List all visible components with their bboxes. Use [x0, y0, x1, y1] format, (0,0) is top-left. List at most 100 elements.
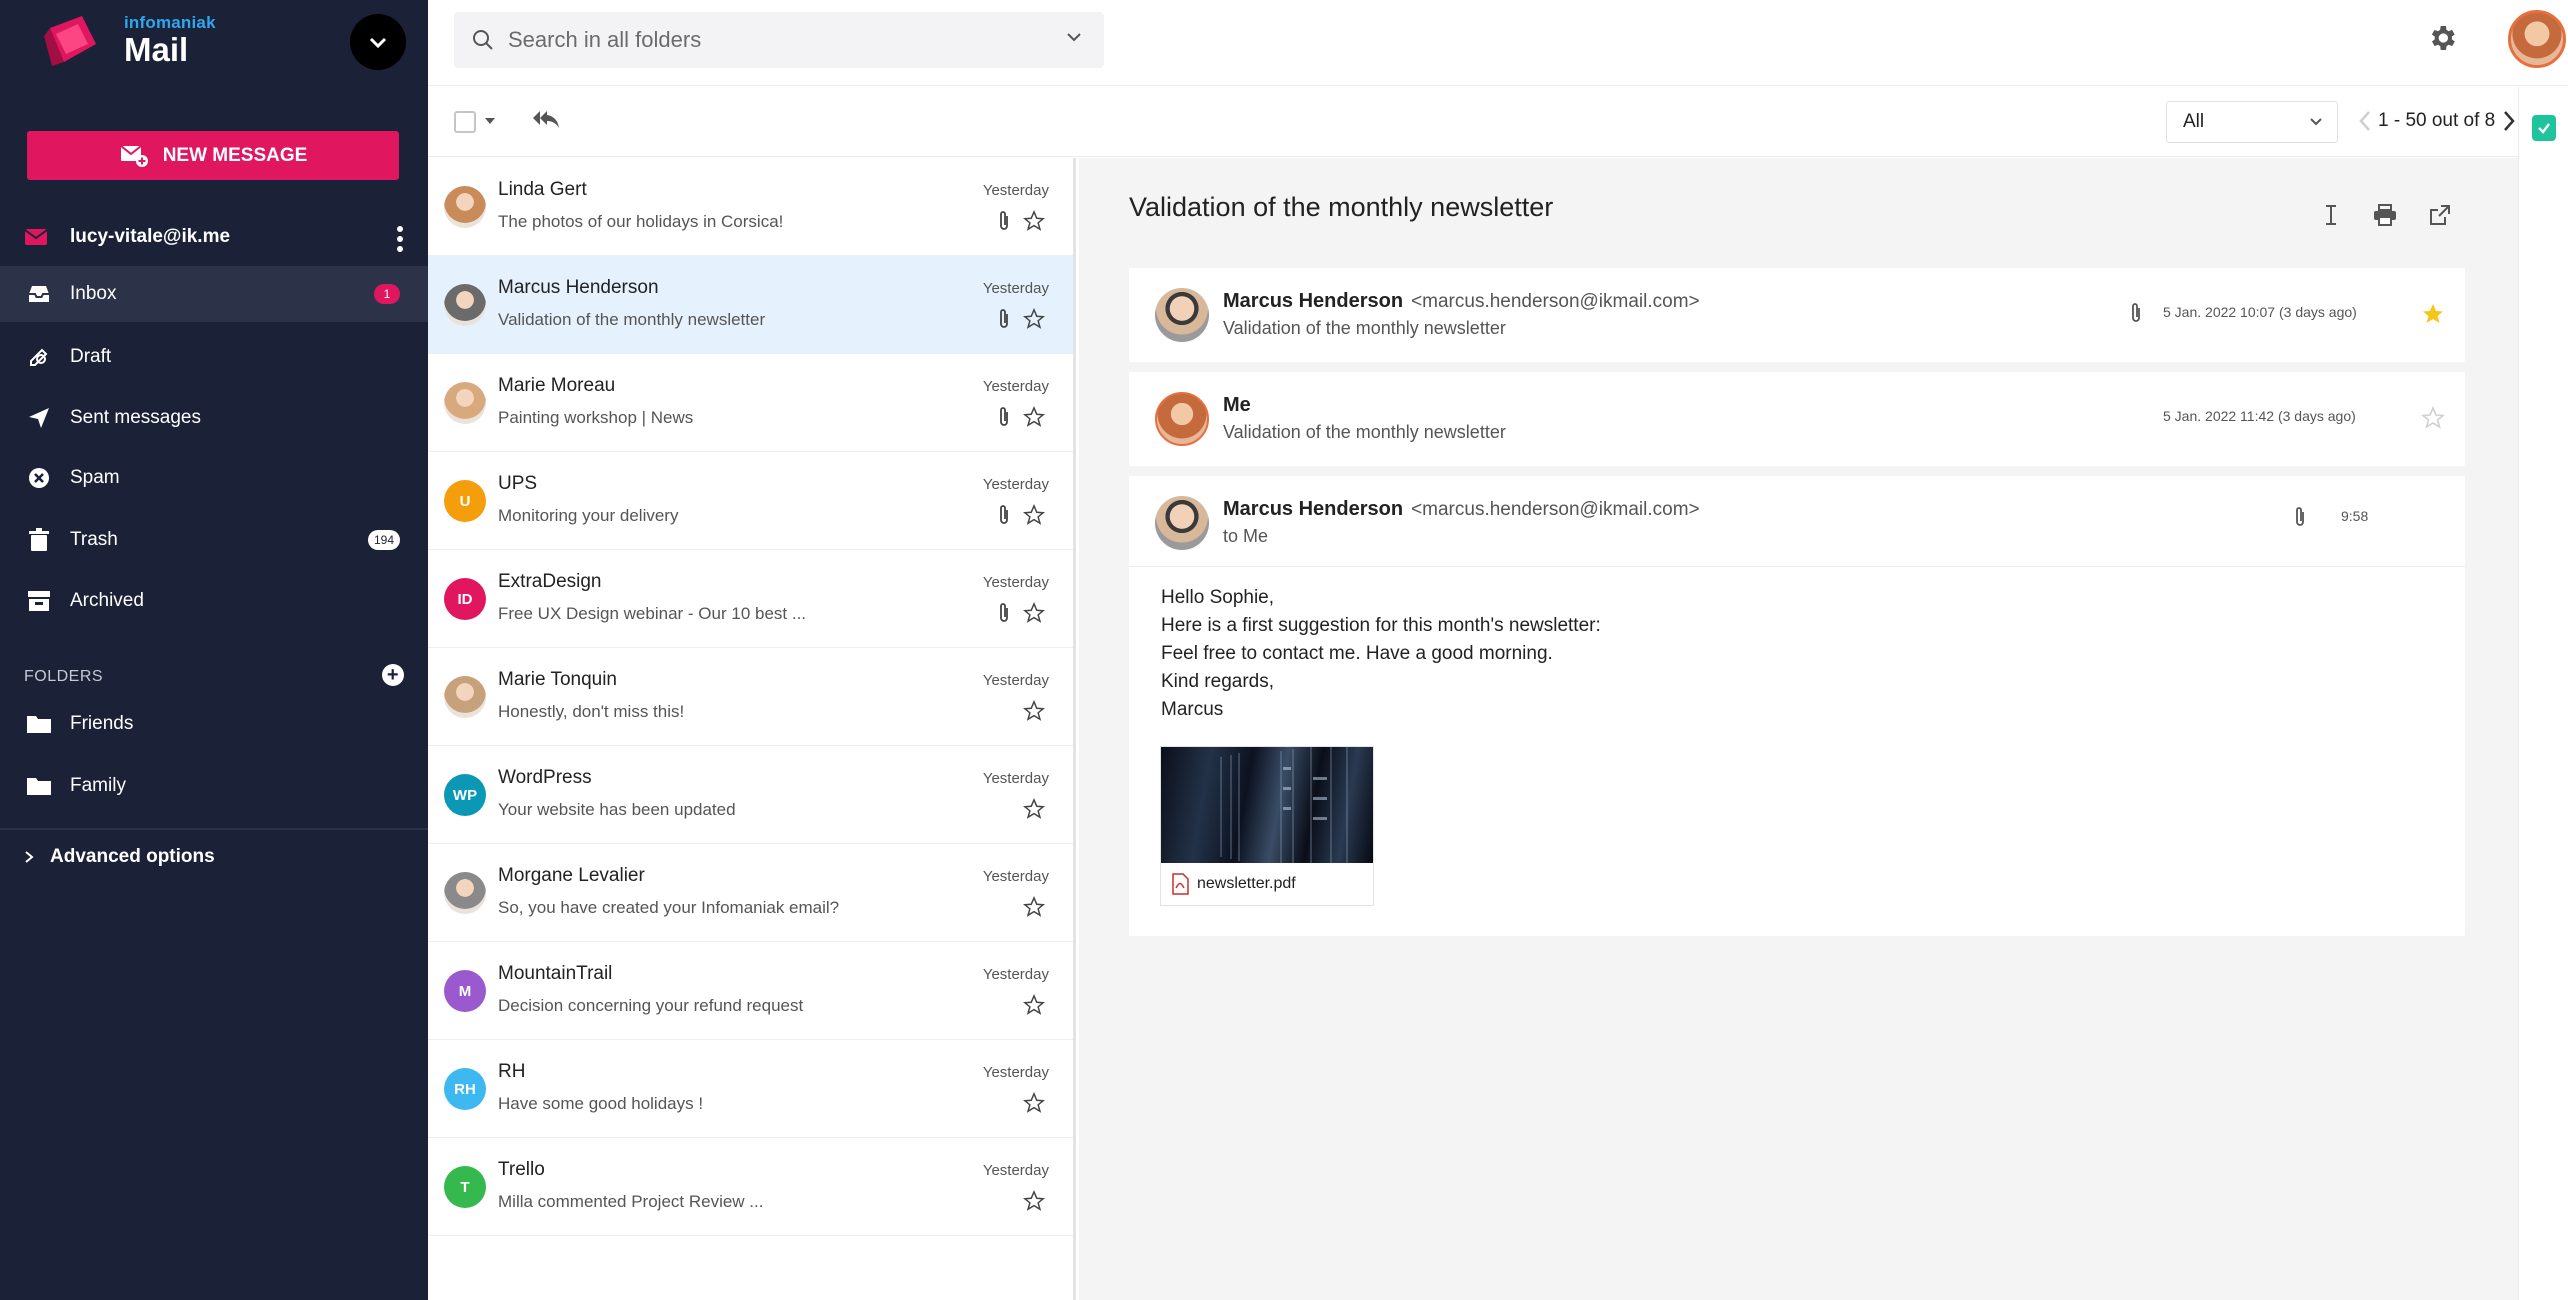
thread-sender: Marcus Henderson <marcus.henderson@ikmail…	[1223, 498, 1700, 521]
caret-down-icon[interactable]	[484, 117, 496, 125]
thread-sender: Me	[1223, 394, 1251, 417]
thread-message-expanded: Marcus Henderson <marcus.henderson@ikmail…	[1129, 476, 2465, 936]
add-folder-icon[interactable]: +	[382, 664, 404, 686]
message-row[interactable]: U UPS Monitoring your delivery Yesterday	[428, 452, 1073, 550]
star-outline-icon[interactable]	[1022, 993, 1046, 1021]
sender-name: WordPress	[498, 767, 592, 788]
search-placeholder: Search in all folders	[508, 27, 702, 52]
body-line: Hello Sophie,	[1161, 587, 1275, 608]
message-date: Yesterday	[982, 770, 1049, 787]
compose-icon	[120, 144, 148, 167]
sender-avatar: T	[444, 1166, 486, 1208]
sender-name: Marcus Henderson	[1223, 498, 1404, 520]
message-row[interactable]: Morgane Levalier So, you have created you…	[428, 844, 1073, 942]
message-date: Yesterday	[982, 476, 1049, 493]
message-preview: Monitoring your delivery	[498, 506, 679, 525]
thread-message-collapsed[interactable]: Me Validation of the monthly newsletter …	[1129, 372, 2465, 466]
select-all-checkbox[interactable]	[454, 111, 476, 133]
thread-subject: Validation of the monthly newsletter	[1223, 422, 1506, 442]
sidebar-item-sent[interactable]: Sent messages	[0, 390, 428, 446]
star-outline-icon[interactable]	[1022, 307, 1046, 335]
thread-message-collapsed[interactable]: Marcus Henderson <marcus.henderson@ikmail…	[1129, 268, 2465, 362]
paperclip-icon	[997, 308, 1011, 335]
search-input[interactable]: Search in all folders	[454, 12, 1104, 68]
app-switcher-button[interactable]	[350, 14, 406, 70]
folders-heading-label: FOLDERS	[24, 668, 104, 685]
chevron-down-icon[interactable]	[1066, 32, 1082, 42]
more-options-icon[interactable]	[396, 226, 404, 252]
text-cursor-icon[interactable]	[2321, 204, 2341, 226]
user-avatar[interactable]	[2508, 10, 2566, 68]
sidebar-item-draft[interactable]: Draft	[0, 329, 428, 385]
account-row[interactable]: lucy-vitale@ik.me	[24, 222, 404, 252]
sender-name: Me	[1223, 394, 1251, 416]
sidebar-item-trash[interactable]: Trash 194	[0, 512, 428, 568]
sender-name: Marcus Henderson	[1223, 290, 1404, 312]
attachment-thumbnail	[1161, 747, 1373, 863]
search-icon	[473, 30, 493, 50]
message-row[interactable]: T Trello Milla commented Project Review ..…	[428, 1138, 1073, 1236]
star-filled-icon[interactable]	[2421, 302, 2445, 326]
sender-email: <marcus.henderson@ikmail.com>	[1411, 499, 1700, 520]
message-row[interactable]: Linda Gert The photos of our holidays in …	[428, 158, 1073, 256]
star-outline-icon[interactable]	[1022, 699, 1046, 727]
sidebar-item-spam[interactable]: Spam	[0, 450, 428, 506]
message-preview: Have some good holidays !	[498, 1094, 704, 1113]
message-date: Yesterday	[982, 378, 1049, 395]
message-row[interactable]: M MountainTrail Decision concerning your r…	[428, 942, 1073, 1040]
message-date: Yesterday	[982, 672, 1049, 689]
reply-all-icon[interactable]	[532, 107, 560, 131]
paperclip-icon	[997, 406, 1011, 433]
body-line: Marcus	[1161, 699, 1224, 720]
gear-icon[interactable]	[2426, 22, 2458, 54]
reading-pane: Validation of the monthly newsletter Mar…	[1079, 158, 2518, 1300]
sidebar-item-inbox[interactable]: Inbox 1	[0, 266, 428, 322]
star-outline-icon[interactable]	[1022, 405, 1046, 433]
new-message-button[interactable]: NEW MESSAGE	[27, 131, 399, 180]
message-date: Yesterday	[982, 966, 1049, 983]
message-row[interactable]: Marcus Henderson Validation of the monthl…	[428, 256, 1073, 354]
avatar	[1155, 496, 1209, 550]
star-outline-icon[interactable]	[1022, 895, 1046, 923]
message-row[interactable]: Marie Moreau Painting workshop | News Yest…	[428, 354, 1073, 452]
message-row[interactable]: RH RH Have some good holidays ! Yesterday	[428, 1040, 1073, 1138]
message-row[interactable]: Marie Tonquin Honestly, don't miss this! Y…	[428, 648, 1073, 746]
sidebar-item-friends[interactable]: Friends	[0, 696, 428, 752]
message-date: Yesterday	[982, 868, 1049, 885]
message-date: Yesterday	[982, 1162, 1049, 1179]
message-row[interactable]: ID ExtraDesign Free UX Design webinar - Ou…	[428, 550, 1073, 648]
message-preview: The photos of our holidays in Corsica!	[498, 212, 784, 231]
chevron-down-icon	[369, 37, 387, 49]
kchat-app-icon[interactable]	[2532, 115, 2556, 141]
sender-avatar	[444, 872, 486, 914]
star-outline-icon[interactable]	[2421, 406, 2445, 430]
star-outline-icon[interactable]	[1022, 503, 1046, 531]
star-outline-icon[interactable]	[1022, 601, 1046, 629]
message-preview: Free UX Design webinar - Our 10 best ...	[498, 604, 807, 623]
print-icon[interactable]	[2373, 204, 2397, 226]
sender-name: UPS	[498, 473, 538, 494]
message-row[interactable]: WP WordPress Your website has been updated…	[428, 746, 1073, 844]
message-preview: Honestly, don't miss this!	[498, 702, 685, 721]
sidebar-item-archived[interactable]: Archived	[0, 573, 428, 629]
divider	[1129, 566, 2465, 567]
previous-page-icon[interactable]	[2358, 109, 2372, 133]
star-outline-icon[interactable]	[1022, 1091, 1046, 1119]
account-email: lucy-vitale@ik.me	[70, 226, 231, 247]
pagination-label: 1 - 50 out of 8	[2378, 110, 2496, 131]
brand[interactable]: infomaniak Mail	[42, 10, 216, 72]
next-page-icon[interactable]	[2502, 109, 2516, 133]
open-external-icon[interactable]	[2429, 204, 2451, 226]
sender-avatar: U	[444, 480, 486, 522]
advanced-options-toggle[interactable]: Advanced options	[24, 846, 215, 868]
filter-select[interactable]: All	[2166, 101, 2338, 143]
right-rail	[2518, 87, 2568, 1300]
star-outline-icon[interactable]	[1022, 209, 1046, 237]
sender-avatar	[444, 186, 486, 228]
star-outline-icon[interactable]	[1022, 797, 1046, 825]
thread-date: 5 Jan. 2022 11:42 (3 days ago)	[2163, 408, 2356, 424]
star-outline-icon[interactable]	[1022, 1189, 1046, 1217]
sender-name: Linda Gert	[498, 179, 587, 200]
attachment-card[interactable]: newsletter.pdf	[1160, 746, 1374, 906]
sidebar-item-family[interactable]: Family	[0, 758, 428, 814]
